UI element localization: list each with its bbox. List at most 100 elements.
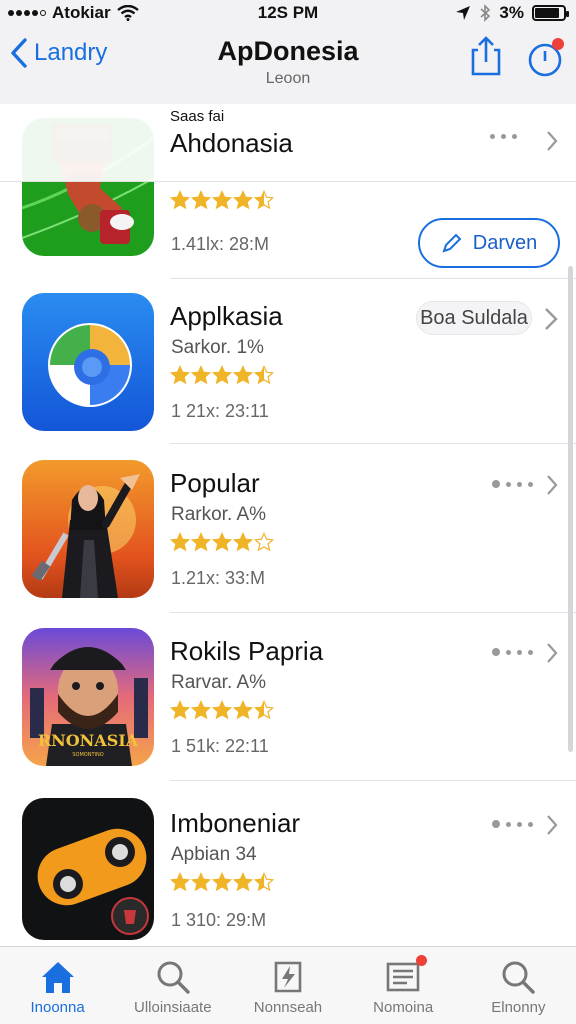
row-divider bbox=[170, 443, 576, 444]
app-meta: 1.41lx: 28:M bbox=[171, 234, 270, 254]
star-icon bbox=[254, 872, 274, 892]
star-icon bbox=[170, 872, 190, 892]
action-pill-button[interactable]: Boa Suldala bbox=[416, 301, 532, 335]
chevron-right-icon[interactable] bbox=[546, 814, 558, 836]
app-subtitle: Rarkor. A% bbox=[171, 504, 267, 525]
share-button[interactable] bbox=[468, 36, 504, 76]
home-icon bbox=[41, 962, 74, 993]
star-icon bbox=[191, 532, 211, 552]
star-icon bbox=[254, 532, 274, 552]
chevron-right-icon[interactable] bbox=[546, 474, 558, 496]
app-name: Popular bbox=[170, 468, 260, 498]
rating-stars bbox=[170, 190, 274, 210]
app-subtitle: Rarvar. A% bbox=[171, 672, 267, 693]
browser-swirl-icon bbox=[22, 293, 154, 431]
tab-discover[interactable]: Ulloinsiaate bbox=[115, 947, 230, 1024]
star-icon bbox=[233, 872, 253, 892]
star-icon bbox=[233, 700, 253, 720]
updates-button[interactable] bbox=[526, 38, 566, 78]
pencil-icon bbox=[442, 233, 462, 253]
navigation-bar: Landry ApDonesia Leoon bbox=[0, 26, 576, 104]
row-divider bbox=[170, 612, 576, 613]
header-app-title: Ahdonasia bbox=[170, 128, 293, 158]
chevron-right-icon[interactable] bbox=[544, 307, 558, 331]
star-icon bbox=[212, 190, 232, 210]
status-bar: Atokiar 12S PM 3% bbox=[0, 0, 576, 26]
header-more-row[interactable] bbox=[490, 134, 517, 139]
app-row[interactable]: RNONASIA SOMONTINO Rokils Papria Rarvar.… bbox=[0, 628, 576, 796]
row-divider bbox=[170, 780, 576, 781]
star-icon bbox=[233, 190, 253, 210]
more-options-icon[interactable] bbox=[492, 820, 533, 828]
star-icon bbox=[212, 365, 232, 385]
app-subtitle: Sarkor. 1% bbox=[171, 337, 264, 358]
star-icon bbox=[191, 365, 211, 385]
app-name: Applkasia bbox=[170, 301, 283, 331]
chevron-right-icon[interactable] bbox=[546, 130, 558, 152]
tab-home[interactable]: Inoonna bbox=[0, 947, 115, 1024]
star-icon bbox=[170, 532, 190, 552]
star-icon bbox=[212, 700, 232, 720]
tab-news[interactable]: Nomoina bbox=[346, 947, 461, 1024]
capsule-eyes-icon bbox=[22, 798, 154, 940]
scroll-indicator[interactable] bbox=[568, 266, 573, 752]
get-button-label: Darven bbox=[472, 231, 538, 254]
rating-stars bbox=[170, 365, 274, 385]
app-row[interactable]: Imboneniar Apbian 34 1 310: 29:M bbox=[0, 798, 576, 966]
icon-title-text: RNONASIA bbox=[38, 731, 139, 750]
more-options-icon[interactable] bbox=[490, 134, 517, 139]
app-row[interactable]: Popular Rarkor. A% 1.21x: 33:M bbox=[0, 460, 576, 628]
notification-dot bbox=[552, 38, 564, 50]
bluetooth-icon bbox=[480, 4, 491, 22]
tab-label: Ulloinsiaate bbox=[134, 999, 212, 1016]
app-meta: 1 310: 29:M bbox=[171, 910, 267, 930]
star-icon bbox=[254, 700, 274, 720]
star-icon bbox=[254, 365, 274, 385]
star-icon bbox=[170, 190, 190, 210]
icon-subtitle-text: SOMONTINO bbox=[72, 752, 103, 758]
star-icon bbox=[170, 365, 190, 385]
status-right: 3% bbox=[455, 3, 569, 23]
more-options-icon[interactable] bbox=[492, 648, 533, 656]
tab-search[interactable]: Elnonny bbox=[461, 947, 576, 1024]
row-divider bbox=[170, 278, 576, 279]
star-icon bbox=[212, 532, 232, 552]
app-meta: 1.21x: 33:M bbox=[171, 568, 266, 588]
tab-bar: Inoonna Ulloinsiaate Nonnseah Nomoina El… bbox=[0, 946, 576, 1024]
tab-label: Inoonna bbox=[30, 999, 85, 1016]
more-options-icon[interactable] bbox=[492, 480, 533, 488]
star-icon bbox=[233, 365, 253, 385]
rating-stars bbox=[170, 700, 274, 720]
app-name: Imboneniar bbox=[170, 808, 301, 838]
star-icon bbox=[170, 700, 190, 720]
tab-label: Nonnseah bbox=[253, 999, 323, 1016]
tab-label: Elnonny bbox=[491, 999, 546, 1016]
app-subtitle: Apbian 34 bbox=[171, 844, 257, 865]
search-icon bbox=[157, 961, 190, 994]
bearded-man-icon: RNONASIA SOMONTINO bbox=[22, 628, 154, 766]
rating-stars bbox=[170, 532, 274, 552]
star-icon bbox=[233, 532, 253, 552]
app-meta: 1 51k: 22:11 bbox=[171, 736, 269, 756]
chevron-right-icon[interactable] bbox=[546, 642, 558, 664]
app-meta: 1 21x: 23:11 bbox=[171, 401, 269, 421]
tab-notes[interactable]: Nonnseah bbox=[230, 947, 345, 1024]
rating-stars bbox=[170, 872, 274, 892]
star-icon bbox=[191, 872, 211, 892]
notification-badge bbox=[415, 955, 427, 966]
pencil-note-icon bbox=[274, 961, 302, 993]
tab-label: Nomoina bbox=[373, 999, 434, 1016]
app-name: Rokils Papria bbox=[170, 636, 324, 666]
sorceress-icon bbox=[22, 460, 154, 598]
get-button[interactable]: Darven bbox=[418, 218, 560, 268]
share-icon bbox=[471, 36, 501, 76]
sticky-app-header: Saas fai Ahdonasia bbox=[0, 104, 576, 182]
star-icon bbox=[191, 190, 211, 210]
star-icon bbox=[212, 872, 232, 892]
star-icon bbox=[254, 190, 274, 210]
app-row[interactable]: Applkasia Sarkor. 1% 1 21x: 23:11 Boa Su… bbox=[0, 293, 576, 461]
header-small-label: Saas fai bbox=[170, 108, 225, 125]
search-icon bbox=[502, 961, 536, 994]
star-icon bbox=[191, 700, 211, 720]
location-arrow-icon bbox=[456, 6, 471, 20]
